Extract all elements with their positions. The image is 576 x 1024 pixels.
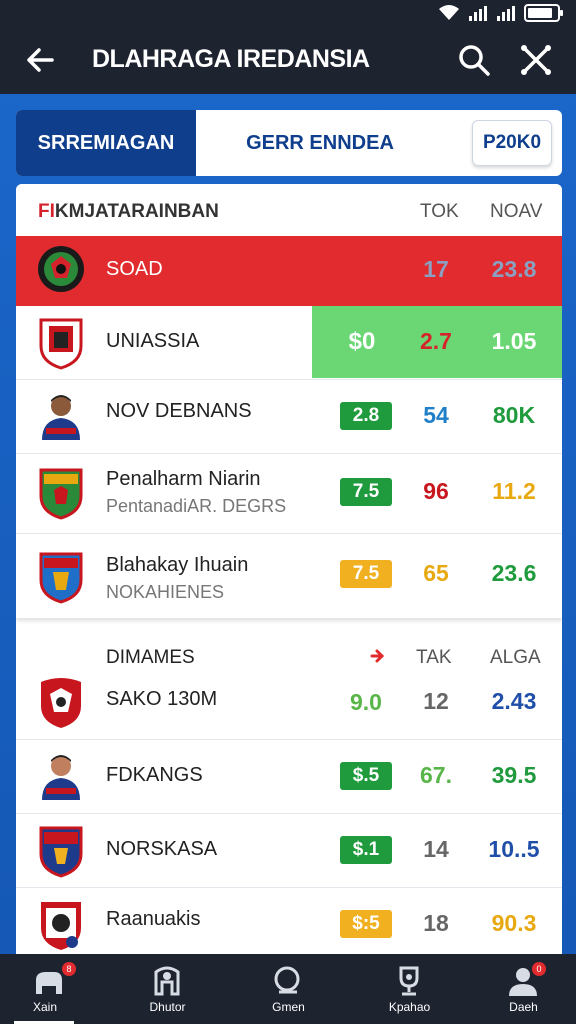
stat-tak: 18 [423,910,449,936]
season-selector[interactable]: P20K0 [472,120,552,166]
stat-alga: 2.43 [491,688,537,714]
club-crest-icon [39,318,83,370]
notification-badge: 0 [532,962,546,976]
stat-alga: 39.5 [491,762,537,788]
stat-tok: 54 [423,402,449,428]
team-name: NORSKASA [106,838,218,860]
nav-search[interactable]: Gmen [231,954,346,1024]
nav-home[interactable]: 8 Xain [0,954,115,1024]
stats-icon [154,966,180,996]
team-name: NOV DEBNANS [106,400,252,422]
table-row[interactable]: Penalharm Niarin PentanadiAR. DEGRS 7.5 … [16,454,562,534]
club-crest-icon [39,468,83,520]
stat-badge: $.5 [340,762,392,790]
team-subtitle: NOKAHIENES [106,582,225,602]
stat-badge: 9.0 [350,688,382,715]
nav-profile[interactable]: 0 Daeh [466,954,576,1024]
stat-noav: 23.6 [491,560,537,586]
section-header: FIKMJATARAINBAN TOK NOAV [16,184,562,236]
wifi-icon [439,5,459,20]
stat-tok: 65 [423,560,449,586]
section-title-flag: FI [38,201,55,222]
tab-gerr-enndea[interactable]: GERR ENNDEA [200,110,440,176]
club-crest-icon [39,826,83,878]
column-header-tok: TOK [420,201,459,222]
table-row[interactable]: Raanuakis $:5 18 90.3 [16,888,562,954]
battery-icon [524,4,563,22]
signal-icon [469,6,487,21]
search-icon [274,966,300,994]
stat-tak: 67. [420,762,452,788]
table-row[interactable]: Blahakay Ihuain NOKAHIENES 7.5 65 23.6 [16,534,562,618]
notification-badge: 8 [62,962,76,976]
stat-noav: 11.2 [492,478,536,504]
home-icon [36,972,62,994]
team-name: Blahakay Ihuain [106,554,249,576]
club-crest-icon [39,552,83,604]
team-name: Penalharm Niarin [106,468,261,490]
club-crest-icon [38,246,84,292]
section-title: FIKMJATARAINBAN [38,201,219,223]
section-title-text: KMJATARAINBAN [54,201,219,222]
table-row[interactable]: FDKANGS $.5 67. 39.5 [16,740,562,814]
player-avatar-icon [42,755,80,800]
tab-bar: SRREMIAGAN GERR ENNDEA P20K0 [16,110,562,176]
column-header-noav: NOAV [490,201,543,222]
table-row[interactable]: UNIASSIA $0 2.7 1.05 [16,306,562,380]
nav-label: Gmen [272,1000,305,1014]
table-row[interactable]: SAKO 130M 9.0 12 2.43 [16,666,562,740]
standings-panel: FIKMJATARAINBAN TOK NOAV SOAD 17 23.8 UN… [16,184,562,954]
back-arrow-icon[interactable] [22,42,58,78]
player-avatar-icon [42,395,80,440]
nav-label: Daeh [509,1000,538,1014]
stat-badge: 2.8 [340,402,392,430]
team-name: Raanuakis [106,908,201,930]
stat-tak: 12 [423,688,449,714]
nav-label: Kpahao [388,1000,431,1014]
tab-srremiagan[interactable]: SRREMIAGAN [16,110,196,176]
table-row[interactable]: NORSKASA $.1 14 10..5 [16,814,562,888]
table-row[interactable]: NOV DEBNANS 2.8 54 80K [16,380,562,454]
stat-noav: 1.05 [491,328,537,354]
stat-tok: 17 [423,256,449,282]
stat-badge: $.1 [340,836,392,864]
team-name: UNIASSIA [106,330,200,352]
stat-alga: 90.3 [491,910,537,936]
signal-icon-2 [497,6,515,21]
app-bar: DLAHRAGA IREDANSIA [0,28,576,94]
stat-badge: $0 [348,328,376,355]
stat-tok: 2.7 [420,328,452,354]
close-icon[interactable] [516,40,556,80]
table-row[interactable]: SOAD 17 23.8 [16,236,562,306]
stat-tak: 14 [423,836,449,862]
club-crest-icon [41,902,81,950]
arrow-right-icon [370,649,385,663]
trophy-icon [399,966,419,996]
team-name: FDKANGS [106,764,203,786]
bottom-nav: 8 Xain Dhutor Gmen Kpahao 0 Daeh [0,954,576,1024]
status-bar [0,0,576,28]
status-icons [438,4,563,22]
stat-tok: 96 [423,478,449,504]
team-name: SAKO 130M [106,688,218,710]
stat-noav: 23.8 [491,256,537,282]
team-name: SOAD [106,258,163,280]
stat-noav: 80K [492,402,536,428]
nav-label: Dhutor [149,1000,186,1014]
stat-alga: 10..5 [488,836,540,862]
nav-trophy[interactable]: Kpahao [352,954,467,1024]
team-subtitle: PentanadiAR. DEGRS [106,496,287,516]
stat-badge: 7.5 [340,560,392,588]
search-icon[interactable] [454,40,494,80]
club-crest-icon [41,678,81,728]
nav-label: Xain [32,1000,58,1014]
stat-badge: 7.5 [340,478,392,506]
stat-badge: $:5 [340,910,392,938]
nav-stats[interactable]: Dhutor [110,954,225,1024]
page-title: DLAHRAGA IREDANSIA [92,45,370,73]
